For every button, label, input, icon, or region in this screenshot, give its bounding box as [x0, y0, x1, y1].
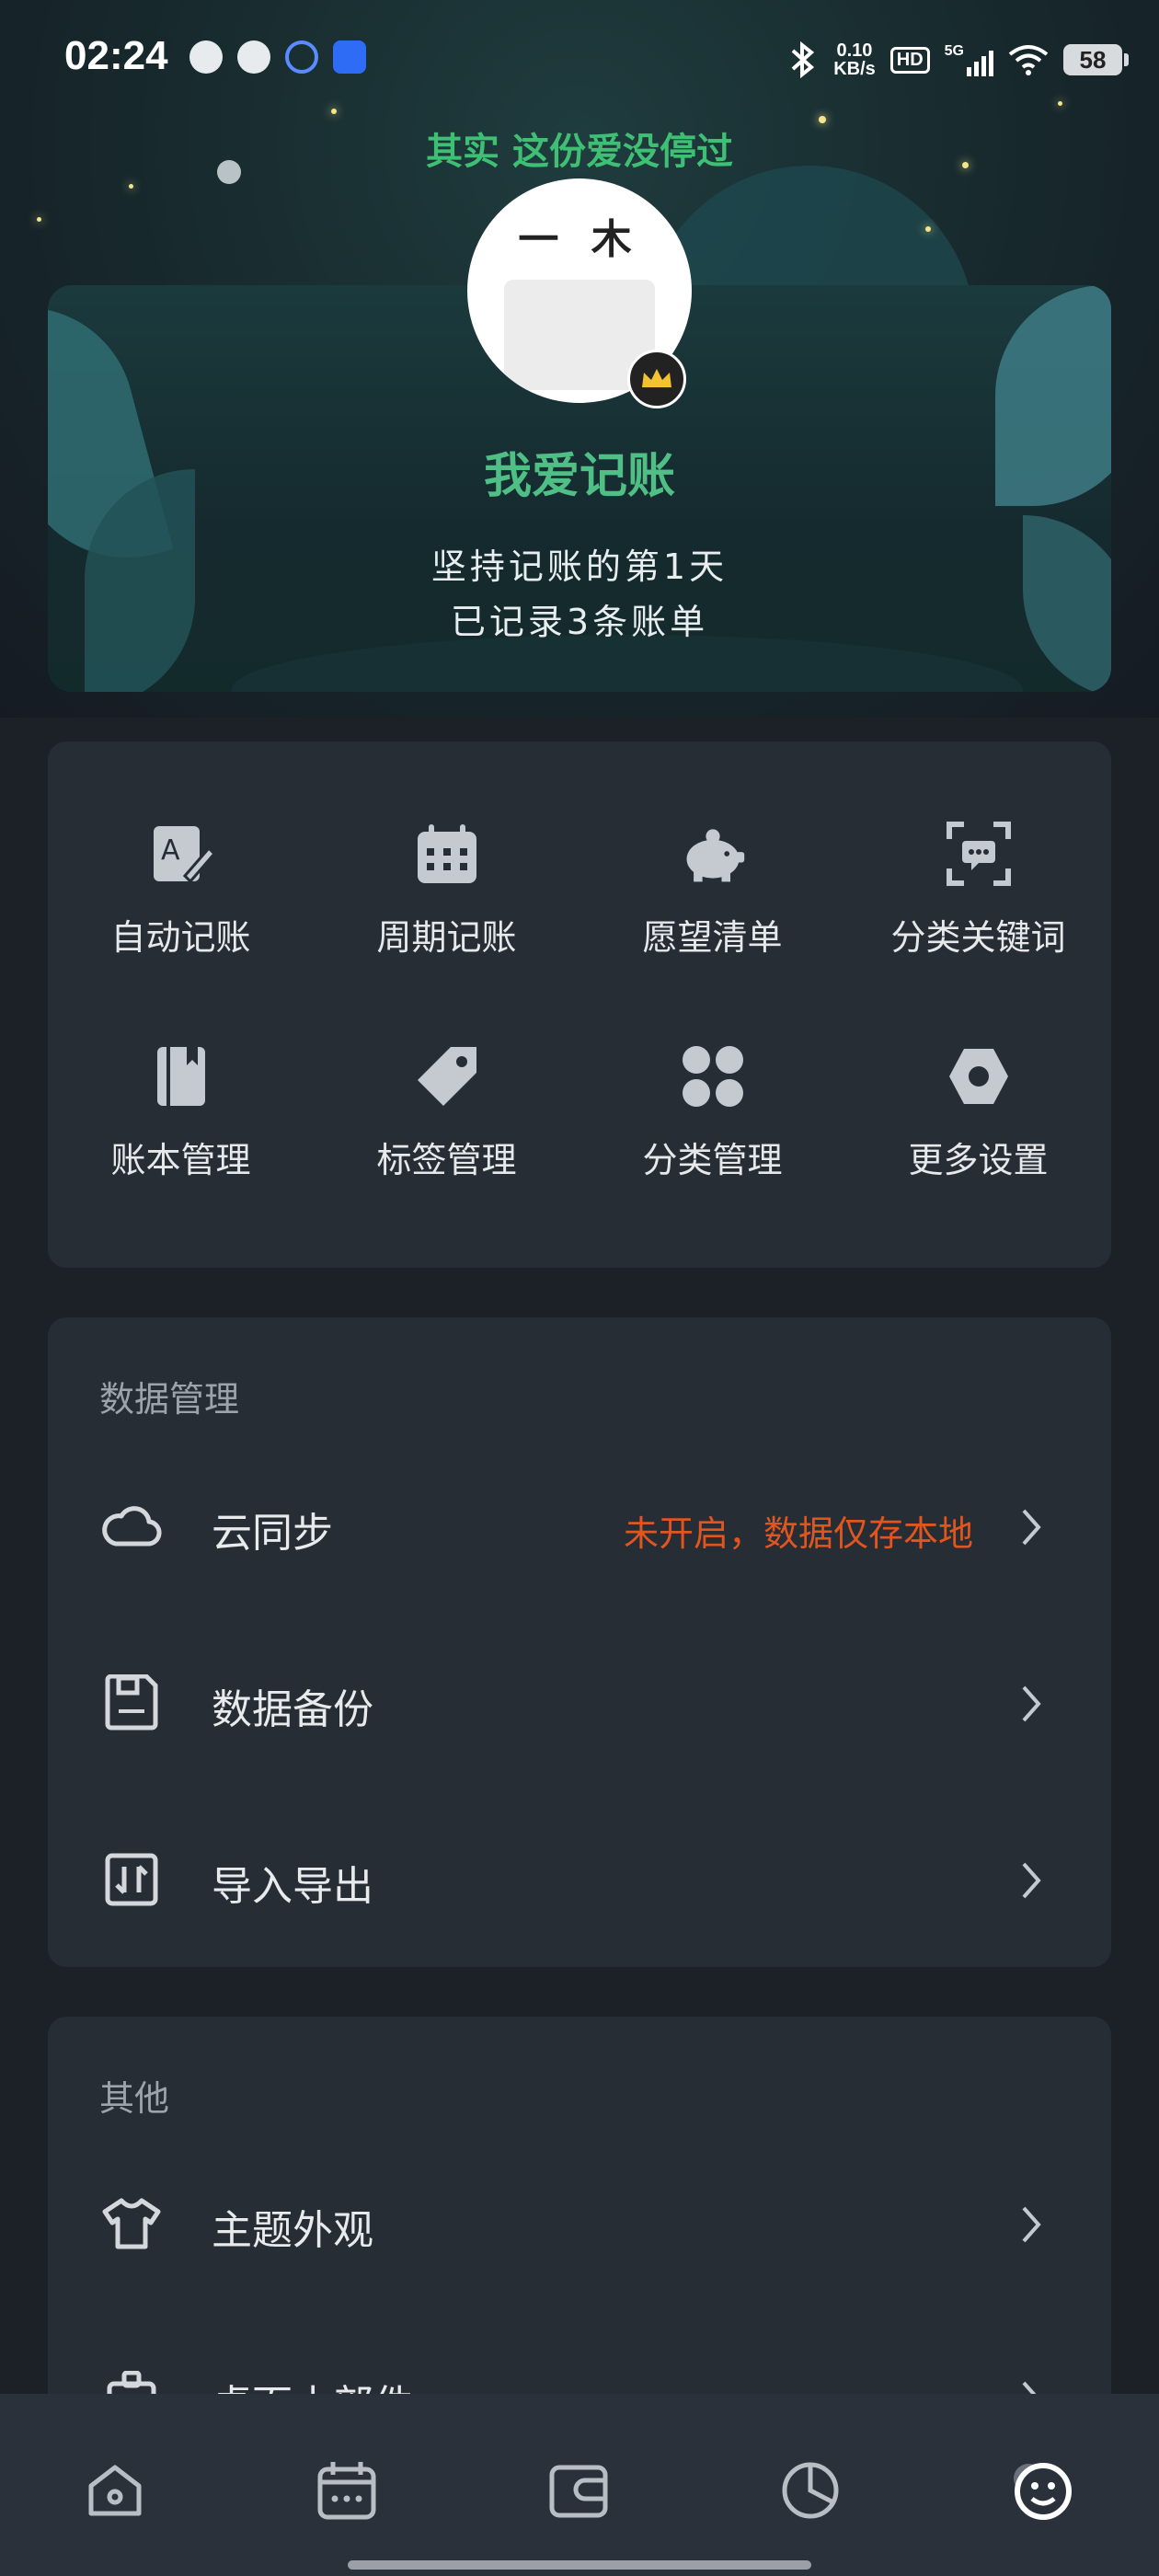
crown-icon: [627, 350, 686, 408]
shortcut-label: 标签管理: [376, 1140, 517, 1180]
shortcut-tag-management[interactable]: 标签管理: [314, 1041, 580, 1182]
pie-chart-icon: [782, 2462, 839, 2519]
chevron-right-icon: [1008, 1855, 1054, 1906]
app-notification-icon: [285, 40, 318, 74]
nav-home[interactable]: [74, 2449, 156, 2532]
section-title: 数据管理: [99, 1379, 240, 1420]
shortcut-label: 周期记账: [376, 917, 517, 958]
tag-icon: [412, 1041, 482, 1111]
theme-appearance-row[interactable]: 主题外观: [48, 2155, 1111, 2293]
status-bar: 02:24 0.10 KB/s HD 5G 58: [0, 0, 1159, 120]
battery-icon: 58: [1063, 44, 1129, 75]
shortcut-more-settings[interactable]: 更多设置: [845, 1041, 1111, 1182]
shortcut-category-keywords[interactable]: 分类关键词: [845, 819, 1111, 960]
firefly: [925, 226, 931, 232]
shortcut-label: 分类管理: [642, 1140, 783, 1180]
records-count-text: 已记录3条账单: [450, 602, 709, 642]
data-management-card: 数据管理 云同步 未开启，数据仅存本地 数据备份 导入导出: [48, 1317, 1111, 1967]
chevron-right-icon: [1008, 1678, 1054, 1730]
battery-level: 58: [1079, 45, 1107, 74]
net-speed: 0.10 KB/s: [833, 41, 876, 78]
piggy-bank-icon: [678, 819, 748, 889]
bluetooth-icon: [791, 41, 815, 78]
status-icons: 0.10 KB/s HD 5G 58: [787, 37, 1129, 83]
cellular-signal-icon: 5G: [945, 43, 993, 76]
home-indicator[interactable]: [348, 2560, 811, 2570]
hexagon-settings-icon: [944, 1041, 1014, 1111]
shirt-icon: [99, 2191, 164, 2256]
app-notification-icon: [189, 40, 223, 74]
shortcut-label: 更多设置: [908, 1140, 1049, 1180]
net-speed-value: 0.10: [836, 40, 873, 61]
import-export-icon: [99, 1847, 164, 1912]
wallet-icon: [549, 2465, 608, 2518]
shortcut-label: 分类关键词: [890, 917, 1066, 958]
shortcut-grid: A 自动记账 周期记账 愿望清单 分类关键词 账本管理 标签管理 分类管理 更多…: [48, 742, 1111, 1268]
row-label: 主题外观: [212, 2207, 373, 2254]
hd-badge: HD: [889, 46, 930, 74]
nav-calendar[interactable]: [305, 2449, 388, 2532]
ledger-book-icon: [146, 1041, 216, 1111]
category-grid-icon: [678, 1041, 748, 1111]
app-notification-icon: [237, 40, 270, 74]
shortcut-wishlist[interactable]: 愿望清单: [580, 819, 845, 960]
section-title: 其他: [99, 2078, 170, 2119]
auto-bookkeeping-icon: A: [146, 819, 216, 889]
wifi-icon: [1008, 45, 1049, 75]
keyword-scan-icon: [944, 819, 1014, 889]
profile-face-icon: [1014, 2463, 1072, 2520]
bottom-navigation: [0, 2394, 1159, 2576]
sync-status-text: 未开启，数据仅存本地: [623, 1513, 973, 1554]
slogan-text: 其实 这份爱没停过: [426, 131, 733, 173]
chevron-right-icon: [1008, 2199, 1054, 2250]
net-speed-unit: KB/s: [833, 59, 876, 79]
row-label: 云同步: [212, 1510, 333, 1557]
calendar-nav-icon: [317, 2462, 376, 2520]
status-time: 02:24: [64, 33, 168, 78]
firefly: [129, 184, 133, 189]
shortcut-auto-bookkeeping[interactable]: A 自动记账: [48, 819, 314, 960]
row-label: 数据备份: [212, 1686, 373, 1733]
shortcut-label: 账本管理: [110, 1140, 251, 1180]
nav-mine[interactable]: [1001, 2449, 1084, 2532]
shortcut-recurring[interactable]: 周期记账: [314, 819, 580, 960]
cloud-sync-row[interactable]: 云同步 未开启，数据仅存本地: [48, 1457, 1111, 1595]
chevron-right-icon: [1008, 1501, 1054, 1553]
cloud-icon: [99, 1494, 164, 1558]
baidu-icon: [333, 40, 366, 74]
nav-wallet[interactable]: [537, 2449, 620, 2532]
data-backup-row[interactable]: 数据备份: [48, 1634, 1111, 1772]
username: 我爱记账: [483, 449, 675, 504]
shortcut-ledger-management[interactable]: 账本管理: [48, 1041, 314, 1182]
shortcut-label: 自动记账: [110, 917, 251, 958]
days-streak-text: 坚持记账的第1天: [430, 546, 729, 587]
import-export-row[interactable]: 导入导出: [48, 1811, 1111, 1949]
svg-text:A: A: [161, 834, 180, 867]
shortcut-label: 愿望清单: [642, 917, 783, 958]
shortcut-category-management[interactable]: 分类管理: [580, 1041, 845, 1182]
avatar-brand-text: 一 木: [518, 216, 641, 263]
nav-statistics[interactable]: [769, 2449, 852, 2532]
home-icon: [88, 2465, 142, 2516]
save-icon: [99, 1671, 164, 1735]
calendar-icon: [412, 819, 482, 889]
firefly: [37, 217, 41, 222]
network-type: 5G: [944, 43, 964, 59]
row-label: 导入导出: [212, 1863, 373, 1910]
